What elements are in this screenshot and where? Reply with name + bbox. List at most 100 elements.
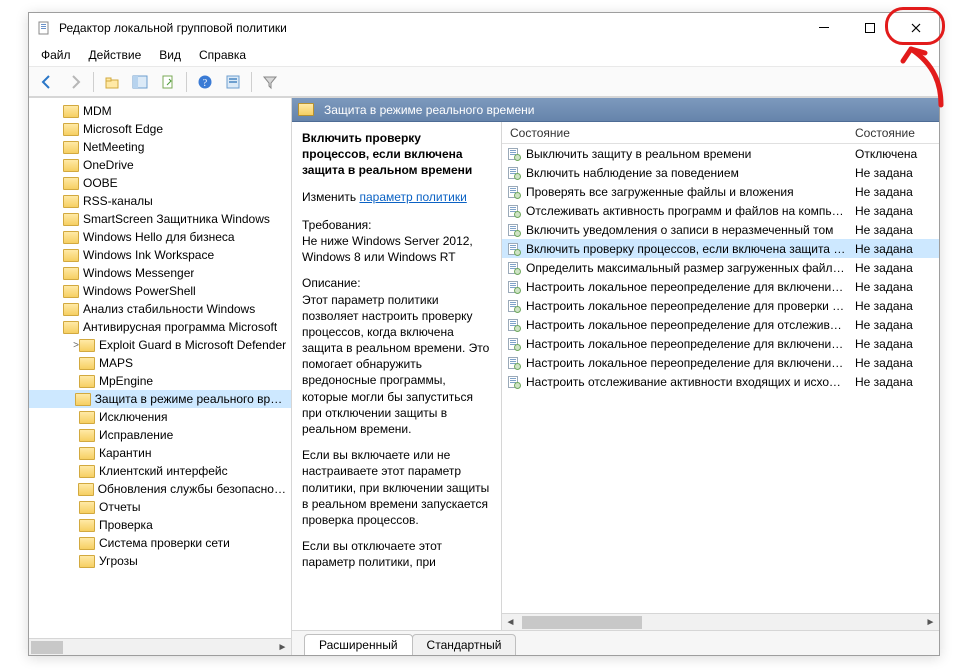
tree-item-label: Windows Messenger [83, 266, 194, 280]
filter-button[interactable] [258, 70, 282, 94]
setting-state: Не задана [855, 204, 939, 218]
tree-item[interactable]: Исправление [29, 426, 291, 444]
tree-item[interactable]: Антивирусная программа Microsoft [29, 318, 291, 336]
tree-item[interactable]: MDM [29, 102, 291, 120]
menu-file[interactable]: Файл [33, 46, 79, 64]
setting-row[interactable]: Настроить локальное переопределение для … [502, 315, 939, 334]
tree-item[interactable]: Microsoft Edge [29, 120, 291, 138]
setting-state: Не задана [855, 299, 939, 313]
setting-icon [506, 184, 522, 200]
edit-policy-link[interactable]: параметр политики [359, 190, 466, 204]
toolbar-separator [93, 72, 94, 92]
tree-item[interactable]: >Exploit Guard в Microsoft Defender [29, 336, 291, 354]
maximize-button[interactable] [847, 13, 893, 43]
setting-state: Не задана [855, 166, 939, 180]
menubar: Файл Действие Вид Справка [29, 43, 939, 67]
folder-icon [63, 195, 79, 208]
folder-icon [79, 501, 95, 514]
show-tree-button[interactable] [128, 70, 152, 94]
description-text: Этот параметр политики позволяет настрои… [302, 292, 491, 438]
list-hscrollbar[interactable]: ◄ ► [502, 613, 939, 630]
tree-item[interactable]: Windows PowerShell [29, 282, 291, 300]
setting-icon [506, 336, 522, 352]
tree-item[interactable]: MAPS [29, 354, 291, 372]
tree-item[interactable]: MpEngine [29, 372, 291, 390]
tree-item[interactable]: OneDrive [29, 156, 291, 174]
tree-item-label: Клиентский интерфейс [99, 464, 228, 478]
setting-name: Проверять все загруженные файлы и вложен… [526, 185, 855, 199]
tree-item-label: Windows Hello для бизнеса [83, 230, 235, 244]
close-button[interactable] [893, 13, 939, 43]
tab-standard[interactable]: Стандартный [412, 634, 517, 655]
setting-row[interactable]: Включить уведомления о записи в неразмеч… [502, 220, 939, 239]
folder-icon [63, 267, 79, 280]
menu-view[interactable]: Вид [151, 46, 189, 64]
setting-row[interactable]: Включить проверку процессов, если включе… [502, 239, 939, 258]
tree-item[interactable]: SmartScreen Защитника Windows [29, 210, 291, 228]
tree-item[interactable]: Обновления службы безопасности [29, 480, 291, 498]
tree-item[interactable]: Отчеты [29, 498, 291, 516]
setting-state: Не задана [855, 223, 939, 237]
tree-item-label: RSS-каналы [83, 194, 153, 208]
sidebar-hscrollbar[interactable]: ◄ ► [29, 638, 291, 655]
list-rows: Выключить защиту в реальном времениОтклю… [502, 144, 939, 613]
setting-row[interactable]: Настроить локальное переопределение для … [502, 334, 939, 353]
forward-button[interactable] [63, 70, 87, 94]
setting-row[interactable]: Настроить локальное переопределение для … [502, 353, 939, 372]
tree-item[interactable]: Защита в режиме реального времени [29, 390, 291, 408]
tree-item[interactable]: Windows Messenger [29, 264, 291, 282]
tree-item[interactable]: RSS-каналы [29, 192, 291, 210]
tree-item-label: OOBE [83, 176, 118, 190]
setting-row[interactable]: Определить максимальный размер загруженн… [502, 258, 939, 277]
help-button[interactable]: ? [193, 70, 217, 94]
up-button[interactable] [100, 70, 124, 94]
properties-button[interactable] [221, 70, 245, 94]
folder-icon [79, 357, 95, 370]
tree-item[interactable]: Угрозы [29, 552, 291, 570]
column-name[interactable]: Состояние [502, 126, 855, 140]
setting-state: Не задана [855, 261, 939, 275]
setting-row[interactable]: Выключить защиту в реальном времениОтклю… [502, 144, 939, 163]
setting-name: Настроить локальное переопределение для … [526, 280, 855, 294]
setting-name: Настроить локальное переопределение для … [526, 356, 855, 370]
folder-icon [63, 249, 79, 262]
tree-item[interactable]: NetMeeting [29, 138, 291, 156]
setting-row[interactable]: Настроить отслеживание активности входящ… [502, 372, 939, 391]
menu-action[interactable]: Действие [81, 46, 150, 64]
tabstrip: Расширенный Стандартный [292, 631, 939, 655]
tree-item[interactable]: Карантин [29, 444, 291, 462]
setting-name: Выключить защиту в реальном времени [526, 147, 855, 161]
setting-row[interactable]: Отслеживать активность программ и файлов… [502, 201, 939, 220]
setting-row[interactable]: Проверять все загруженные файлы и вложен… [502, 182, 939, 201]
setting-icon [506, 165, 522, 181]
setting-state: Не задана [855, 356, 939, 370]
tree-item[interactable]: OOBE [29, 174, 291, 192]
tree-item-label: Исправление [99, 428, 173, 442]
setting-row[interactable]: Настроить локальное переопределение для … [502, 296, 939, 315]
back-button[interactable] [35, 70, 59, 94]
column-state[interactable]: Состояние [855, 126, 939, 140]
tree-item[interactable]: Windows Hello для бизнеса [29, 228, 291, 246]
setting-row[interactable]: Настроить локальное переопределение для … [502, 277, 939, 296]
tree-item[interactable]: Клиентский интерфейс [29, 462, 291, 480]
setting-row[interactable]: Включить наблюдение за поведениемНе зада… [502, 163, 939, 182]
folder-icon [79, 447, 95, 460]
sidebar: MDMMicrosoft EdgeNetMeetingOneDrive OOBE R… [29, 98, 292, 655]
tree-item[interactable]: Windows Ink Workspace [29, 246, 291, 264]
export-button[interactable] [156, 70, 180, 94]
tree-item[interactable]: Анализ стабильности Windows [29, 300, 291, 318]
folder-icon [63, 123, 79, 136]
tree-item[interactable]: Система проверки сети [29, 534, 291, 552]
tree-item[interactable]: Проверка [29, 516, 291, 534]
setting-icon [506, 355, 522, 371]
setting-state: Не задана [855, 242, 939, 256]
tree[interactable]: MDMMicrosoft EdgeNetMeetingOneDrive OOBE R… [29, 98, 291, 638]
menu-help[interactable]: Справка [191, 46, 254, 64]
folder-icon [63, 159, 79, 172]
tree-item[interactable]: Исключения [29, 408, 291, 426]
minimize-button[interactable] [801, 13, 847, 43]
titlebar: Редактор локальной групповой политики [29, 13, 939, 43]
tab-extended[interactable]: Расширенный [304, 634, 413, 655]
tree-item-label: Exploit Guard в Microsoft Defender [99, 338, 286, 352]
tree-item-label: MpEngine [99, 374, 153, 388]
